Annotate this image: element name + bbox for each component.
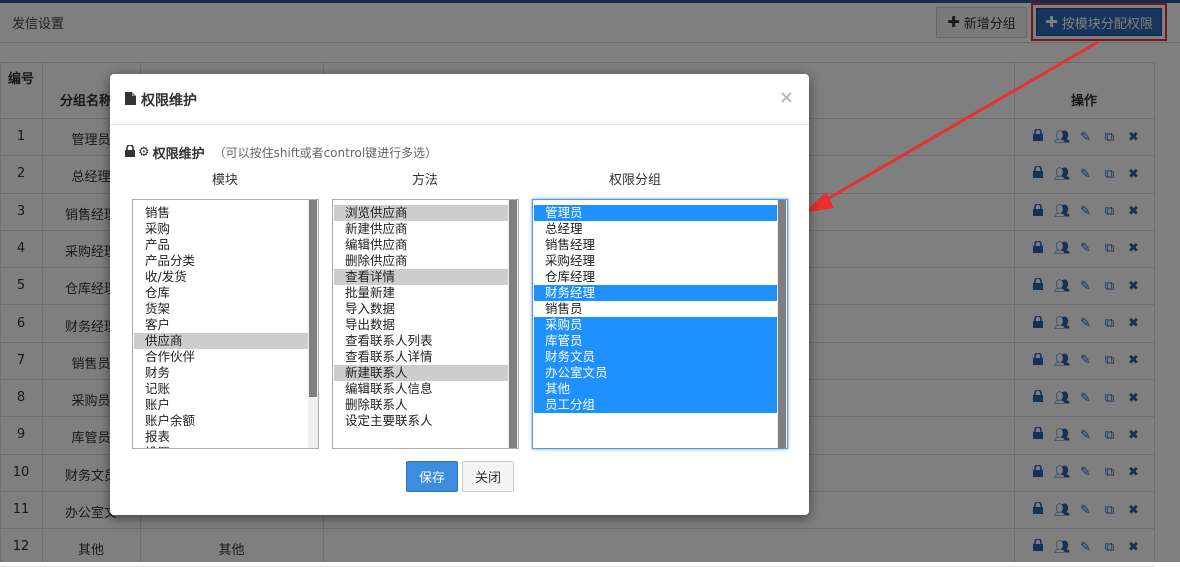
method-option[interactable]: 设定主要联系人 [334, 413, 508, 429]
group-option[interactable]: 采购经理 [534, 253, 777, 269]
method-option[interactable]: 查看联系人详情 [334, 349, 508, 365]
group-column-label: 权限分组 [608, 173, 661, 188]
group-option[interactable]: 仓库经理 [534, 269, 777, 285]
method-scrollbar[interactable] [508, 200, 518, 448]
group-option[interactable]: 库管员 [534, 333, 777, 349]
group-option[interactable]: 财务经理 [534, 285, 777, 301]
module-scrollbar[interactable] [308, 200, 318, 448]
method-column-label: 方法 [411, 173, 438, 188]
method-listbox[interactable]: 浏览供应商 新建供应商 编辑供应商 删除供应商 查看详情 批量新建 导入数据 导出数据 查看联系… [332, 199, 519, 449]
method-option[interactable]: 批量新建 [334, 285, 508, 301]
file-icon [125, 91, 136, 109]
method-option[interactable]: 新建供应商 [334, 221, 508, 237]
group-scroll-thumb[interactable] [778, 200, 786, 448]
module-option[interactable]: 合作伙伴 [134, 349, 308, 365]
group-option[interactable]: 销售经理 [534, 237, 777, 253]
method-option[interactable]: 查看详情 [334, 269, 508, 285]
group-option[interactable]: 财务文员 [534, 349, 777, 365]
module-option[interactable]: 财务 [134, 365, 308, 381]
method-scroll-thumb[interactable] [509, 200, 517, 448]
method-option[interactable]: 新建联系人 [334, 365, 508, 381]
module-column-label: 模块 [211, 173, 238, 188]
module-listbox[interactable]: 销售采购产品产品分类收/发货仓库货架客户供应商合作伙伴财务记账账户账户余额报表设… [132, 199, 319, 449]
group-option[interactable]: 销售员 [534, 301, 777, 317]
group-option[interactable]: 采购员 [534, 317, 777, 333]
modal-subtitle: ⚙ 权限维护 （可以按住shift或者control键进行多选） [125, 143, 437, 162]
subtitle-text: 权限维护 [152, 147, 205, 162]
close-icon[interactable]: × [779, 87, 794, 108]
module-option[interactable]: 仓库 [134, 285, 308, 301]
module-option[interactable]: 记账 [134, 381, 308, 397]
save-button[interactable]: 保存 [406, 461, 458, 492]
group-option[interactable]: 总经理 [534, 221, 777, 237]
lock-icon [125, 144, 135, 160]
method-option[interactable]: 删除供应商 [334, 253, 508, 269]
module-option[interactable]: 报表 [134, 429, 308, 445]
close-button[interactable]: 关闭 [462, 461, 514, 492]
method-option[interactable]: 编辑供应商 [334, 237, 508, 253]
module-option[interactable]: 账户 [134, 397, 308, 413]
group-option[interactable]: 办公室文员 [534, 365, 777, 381]
module-option[interactable]: 客户 [134, 317, 308, 333]
module-option[interactable]: 供应商 [134, 333, 308, 349]
method-option[interactable]: 查看联系人列表 [334, 333, 508, 349]
module-option[interactable]: 销售 [134, 205, 308, 221]
modal-title-text: 权限维护 [141, 93, 197, 109]
group-option[interactable]: 员工分组 [534, 397, 777, 413]
module-option[interactable]: 采购 [134, 221, 308, 237]
group-option[interactable]: 其他 [534, 381, 777, 397]
module-option[interactable]: 收/发货 [134, 269, 308, 285]
permission-modal: 权限维护 × ⚙ 权限维护 （可以按住shift或者control键进行多选） … [110, 74, 809, 515]
module-option[interactable]: 设置 [134, 445, 308, 448]
module-option[interactable]: 账户余额 [134, 413, 308, 429]
method-option[interactable]: 删除联系人 [334, 397, 508, 413]
modal-header: 权限维护 × [110, 74, 809, 125]
module-scroll-thumb[interactable] [309, 200, 317, 397]
gear-icon: ⚙ [138, 145, 150, 160]
group-scrollbar[interactable] [777, 200, 787, 448]
method-option[interactable]: 导出数据 [334, 317, 508, 333]
multi-select-hint: （可以按住shift或者control键进行多选） [213, 146, 438, 160]
group-listbox[interactable]: 管理员 总经理 销售经理 采购经理 仓库经理 财务经理 销售员 采购员 库管员 财务文员 办公室文员… [532, 199, 788, 449]
module-option[interactable]: 货架 [134, 301, 308, 317]
module-option[interactable]: 产品 [134, 237, 308, 253]
method-option[interactable]: 导入数据 [334, 301, 508, 317]
module-option[interactable]: 产品分类 [134, 253, 308, 269]
method-option[interactable]: 编辑联系人信息 [334, 381, 508, 397]
group-option[interactable]: 管理员 [534, 205, 777, 221]
modal-title: 权限维护 [125, 90, 197, 110]
method-option[interactable]: 浏览供应商 [334, 205, 508, 221]
